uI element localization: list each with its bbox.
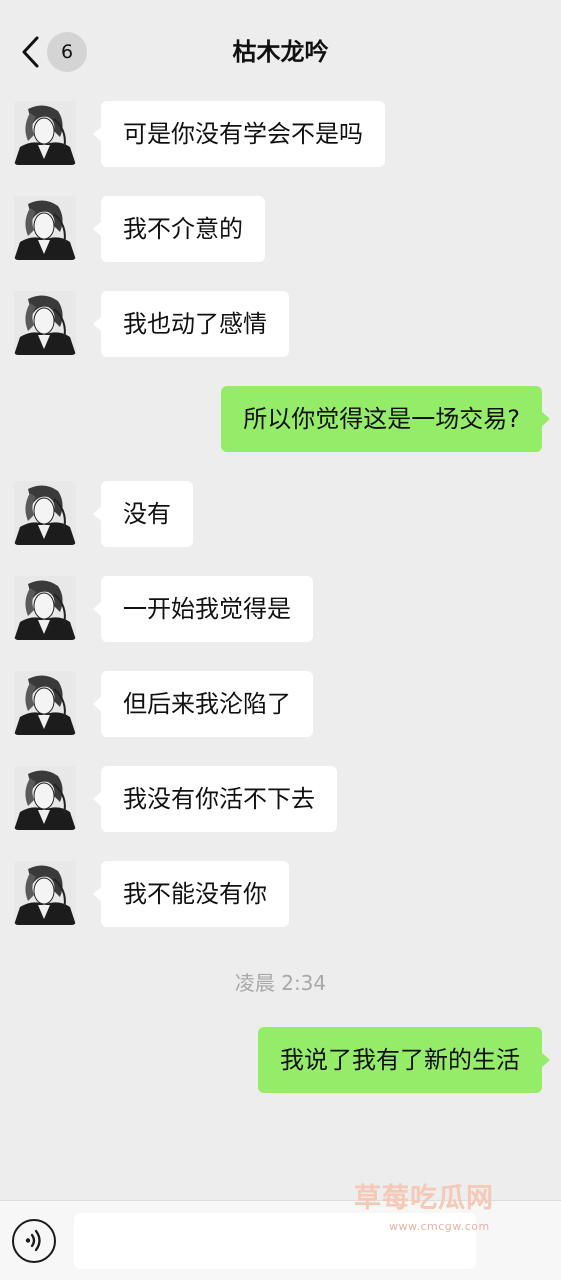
- avatar-image: [14, 101, 76, 165]
- avatar-image: [14, 481, 76, 545]
- avatar-image: [14, 671, 76, 735]
- message-bubble-incoming[interactable]: 我也动了感情: [93, 291, 289, 357]
- message-bubble-outgoing[interactable]: 我说了我有了新的生活: [258, 1027, 550, 1093]
- message-bubble-incoming[interactable]: 可是你没有学会不是吗: [93, 101, 385, 167]
- avatar-image: [14, 861, 76, 925]
- avatar-image: [14, 196, 76, 260]
- message-bubble-incoming[interactable]: 我不能没有你: [93, 861, 289, 927]
- contact-avatar[interactable]: [14, 481, 76, 545]
- message-timestamp: 凌晨 2:34: [234, 971, 327, 995]
- message-bubble-incoming[interactable]: 我没有你活不下去: [93, 766, 337, 832]
- contact-avatar[interactable]: [14, 576, 76, 640]
- contact-avatar[interactable]: [14, 291, 76, 355]
- chat-screen: 6 枯木龙吟 可是你没有学会不是吗 我不介意的 我也动了感情 所以你觉得这是一场…: [0, 0, 561, 1280]
- message-bubble-incoming[interactable]: 我不介意的: [93, 196, 265, 262]
- contact-avatar[interactable]: [14, 766, 76, 830]
- contact-avatar[interactable]: [14, 671, 76, 735]
- voice-icon[interactable]: [12, 1219, 56, 1263]
- chat-header: 6 枯木龙吟: [0, 0, 561, 100]
- contact-avatar[interactable]: [14, 861, 76, 925]
- message-bubble-incoming[interactable]: 没有: [93, 481, 193, 547]
- watermark-url: www.cmcgw.com: [389, 1220, 490, 1233]
- contact-avatar[interactable]: [14, 196, 76, 260]
- avatar-image: [14, 291, 76, 355]
- chat-title: 枯木龙吟: [232, 38, 329, 66]
- contact-avatar[interactable]: [14, 101, 76, 165]
- message-bubble-incoming[interactable]: 但后来我沦陷了: [93, 671, 313, 737]
- message-bubble-incoming[interactable]: 一开始我觉得是: [93, 576, 313, 642]
- message-bubble-outgoing[interactable]: 所以你觉得这是一场交易?: [221, 386, 550, 452]
- watermark-text: 草莓吃瓜网: [354, 1183, 494, 1214]
- avatar-image: [14, 766, 76, 830]
- avatar-image: [14, 576, 76, 640]
